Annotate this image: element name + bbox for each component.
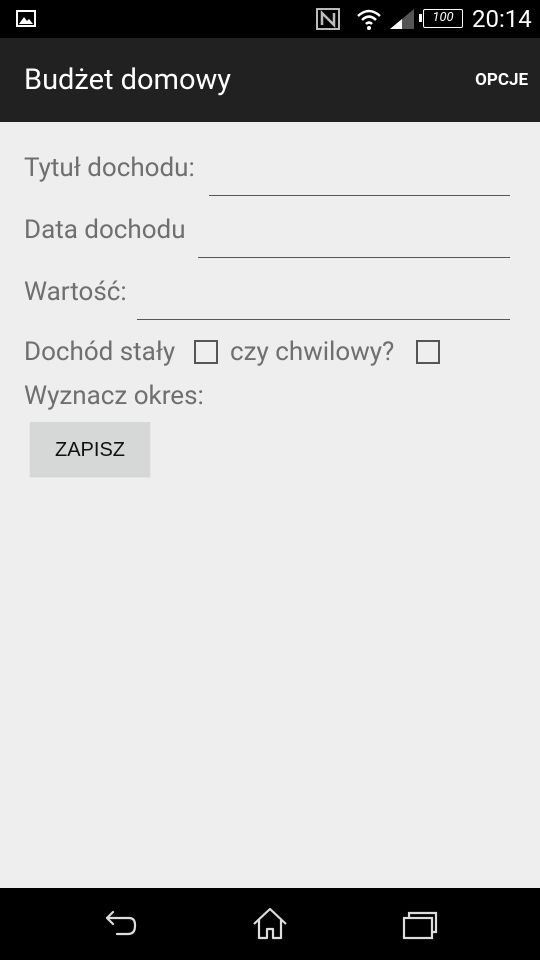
- navigation-bar: [0, 888, 540, 960]
- options-menu-button[interactable]: OPCJE: [475, 69, 528, 91]
- back-icon[interactable]: [101, 904, 141, 944]
- wifi-icon: [357, 9, 381, 30]
- gallery-icon: [16, 10, 36, 27]
- income-title-label: Tytuł dochodu:: [24, 153, 195, 183]
- temporary-income-checkbox[interactable]: [416, 340, 440, 364]
- income-value-label: Wartość:: [24, 277, 127, 307]
- signal-icon: [390, 9, 414, 29]
- save-button[interactable]: ZAPISZ: [30, 422, 150, 476]
- action-bar: Budżet domowy OPCJE: [0, 38, 540, 122]
- period-label: Wyznacz okres:: [24, 381, 204, 411]
- fixed-income-label: Dochód stały: [24, 337, 176, 367]
- fixed-income-checkbox[interactable]: [194, 340, 218, 364]
- nfc-icon: [316, 8, 340, 30]
- recent-apps-icon[interactable]: [400, 904, 440, 944]
- temporary-income-label: czy chwilowy?: [230, 337, 395, 367]
- battery-icon: 100: [419, 9, 463, 28]
- income-date-label: Data dochodu: [24, 215, 186, 245]
- clock-time: 20:14: [472, 5, 532, 33]
- app-title: Budżet domowy: [24, 63, 232, 97]
- income-value-input[interactable]: [137, 290, 510, 320]
- income-date-input[interactable]: [198, 228, 510, 258]
- status-bar: 100 20:14: [0, 0, 540, 38]
- income-title-input[interactable]: [209, 166, 510, 196]
- home-icon[interactable]: [250, 904, 290, 944]
